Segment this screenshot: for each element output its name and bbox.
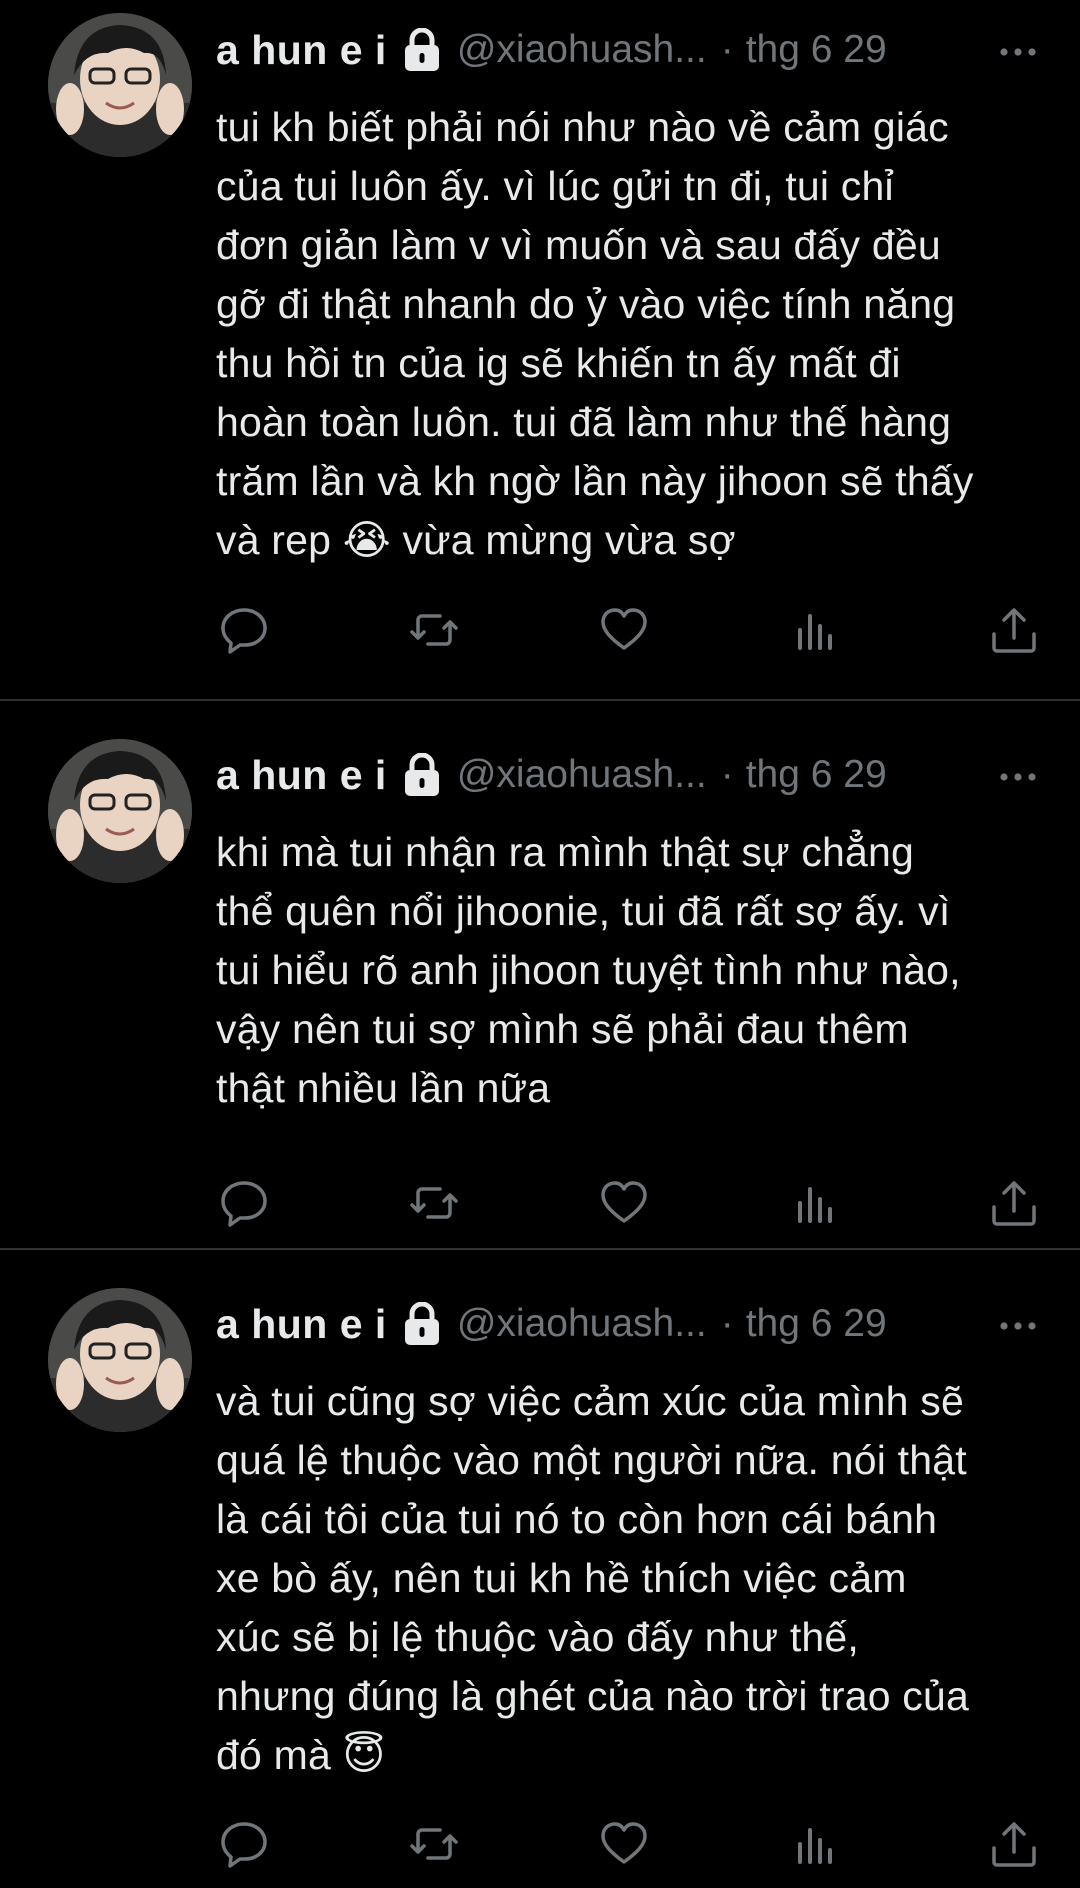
avatar[interactable] (48, 1288, 192, 1432)
separator-dot: · (720, 753, 734, 796)
tweet-actions (216, 1175, 1042, 1231)
retweet-icon[interactable] (406, 602, 462, 658)
tweet-date[interactable]: thg 6 29 (746, 753, 887, 797)
tweet-header: a hun e i @xiaohuash... · thg 6 29 (216, 1296, 1040, 1352)
heart-icon[interactable] (596, 1175, 652, 1231)
tweet-header: a hun e i @xiaohuash... · thg 6 29 (216, 747, 1040, 803)
display-name[interactable]: a hun e i (216, 752, 387, 799)
more-icon[interactable] (996, 1304, 1040, 1348)
share-icon[interactable] (986, 1175, 1042, 1231)
timeline: a hun e i @xiaohuash... · thg 6 29 tui k… (0, 0, 1080, 1888)
more-icon[interactable] (996, 755, 1040, 799)
tweet-text: tui kh biết phải nói như nào về cảm giác… (216, 104, 974, 563)
tweet-actions (216, 602, 1042, 658)
tweet-text: khi mà tui nhận ra mình thật sự chẳng th… (216, 829, 961, 1111)
share-icon[interactable] (986, 602, 1042, 658)
views-icon[interactable] (786, 602, 842, 658)
tweet-date[interactable]: thg 6 29 (746, 1302, 887, 1346)
avatar[interactable] (48, 739, 192, 883)
heart-icon[interactable] (596, 1816, 652, 1872)
tweet-date[interactable]: thg 6 29 (746, 28, 887, 72)
tweet[interactable]: a hun e i @xiaohuash... · thg 6 29 tui k… (0, 0, 1080, 700)
views-icon[interactable] (786, 1816, 842, 1872)
retweet-icon[interactable] (406, 1816, 462, 1872)
tweet-text: và tui cũng sợ việc cảm xúc của mình sẽ … (216, 1378, 970, 1778)
lock-icon (403, 27, 441, 72)
reply-icon[interactable] (216, 602, 272, 658)
heart-icon[interactable] (596, 602, 652, 658)
tweet[interactable]: a hun e i @xiaohuash... · thg 6 29 và tu… (0, 1250, 1080, 1888)
avatar[interactable] (48, 13, 192, 157)
handle[interactable]: @xiaohuash... (457, 28, 707, 72)
reply-icon[interactable] (216, 1175, 272, 1231)
share-icon[interactable] (986, 1816, 1042, 1872)
handle[interactable]: @xiaohuash... (457, 753, 707, 797)
retweet-icon[interactable] (406, 1175, 462, 1231)
tweet[interactable]: a hun e i @xiaohuash... · thg 6 29 khi m… (0, 701, 1080, 1249)
lock-icon (403, 1301, 441, 1346)
reply-icon[interactable] (216, 1816, 272, 1872)
lock-icon (403, 752, 441, 797)
handle[interactable]: @xiaohuash... (457, 1302, 707, 1346)
views-icon[interactable] (786, 1175, 842, 1231)
separator-dot: · (720, 28, 734, 71)
more-icon[interactable] (996, 30, 1040, 74)
tweet-actions (216, 1816, 1042, 1872)
display-name[interactable]: a hun e i (216, 27, 387, 74)
tweet-header: a hun e i @xiaohuash... · thg 6 29 (216, 22, 1040, 78)
separator-dot: · (720, 1302, 734, 1345)
display-name[interactable]: a hun e i (216, 1301, 387, 1348)
